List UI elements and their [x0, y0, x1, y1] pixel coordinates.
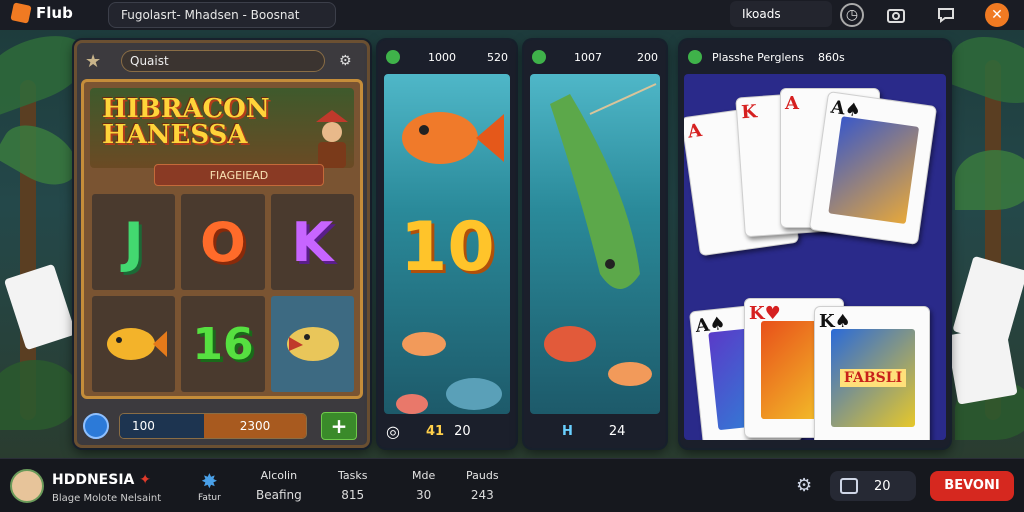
close-icon[interactable]: ✕ [985, 3, 1009, 27]
stat-value: 815 [341, 488, 365, 502]
slot-banner: HIBRACON HANESSA [90, 88, 354, 168]
center-nav-label: Fatur [198, 493, 221, 503]
balance-amount: 2300 [204, 414, 306, 438]
header-value: 1007 [574, 50, 602, 64]
panel-header: 1007 200 [532, 46, 658, 68]
chip-icon [840, 478, 858, 494]
breadcrumb-pill[interactable]: Fugolasrt- Mhadsen - Boosnat [108, 2, 336, 28]
header-value: 1000 [428, 50, 456, 64]
hero-character-icon [316, 110, 348, 168]
footer-value: 20 [454, 423, 471, 439]
slot-search-input[interactable]: Quaist [121, 50, 325, 72]
bottom-bar: HDDNESIA ✦ Blage Molote Nelsaint ✸ Fatur… [0, 458, 1024, 512]
online-status-icon [688, 50, 702, 64]
fish-game-panel-2[interactable]: 1007 200 H 24 [524, 40, 666, 448]
chip-count: 20 [874, 478, 891, 494]
slot-footer: 100 2300 + [83, 411, 363, 441]
reel-fish-icon [270, 296, 354, 392]
panel-header: Plasshe Perglens 860s [688, 46, 942, 68]
fish-game-panel-1[interactable]: 1000 520 10 ◎ 41 20 [378, 40, 516, 448]
header-value: 860s [817, 50, 845, 64]
reel-symbol: J [92, 194, 176, 290]
header-value: 200 [637, 50, 658, 64]
top-search-field[interactable]: Ikoads [730, 1, 832, 27]
multiplier-value: 10 [400, 208, 495, 287]
camera-icon[interactable] [884, 3, 908, 27]
big-fish-icon [544, 83, 657, 386]
playing-card[interactable]: A♠ [808, 91, 938, 245]
reel-symbol: 16 [181, 296, 265, 392]
header-value: 520 [487, 50, 508, 64]
stat-item[interactable]: Mde 30 [412, 469, 435, 502]
card-game-panel[interactable]: Plasshe Perglens 860s A K A A♠ A♠ K♥ K♠ … [680, 40, 950, 448]
panel-footer: H 24 [532, 420, 658, 442]
chip-counter[interactable]: 20 [830, 471, 916, 501]
avatar[interactable] [10, 469, 44, 503]
user-name: HDDNESIA ✦ [52, 472, 151, 488]
logo-icon [10, 2, 32, 24]
footer-value: 41 [425, 423, 445, 439]
panel-footer: ◎ 41 20 [386, 420, 508, 442]
add-bet-button[interactable]: + [321, 412, 357, 440]
stat-value: 30 [415, 488, 432, 502]
slot-title: HIBRACON HANESSA [102, 94, 270, 150]
panel-header: 1000 520 [386, 46, 508, 68]
reel-symbol: O [181, 194, 265, 290]
card-table: A K A A♠ A♠ K♥ K♠ FABSLI [684, 74, 946, 440]
slot-reels: J O K 16 [92, 194, 354, 392]
app-logo[interactable]: Flub [10, 2, 73, 24]
online-status-icon [386, 50, 400, 64]
settings-icon[interactable]: ⚙ [339, 53, 352, 69]
slot-game-panel[interactable]: ★ Quaist ⚙ HIBRACON HANESSA FIAGEIEAD J … [74, 40, 370, 448]
stat-label: Tasks [338, 469, 368, 482]
user-subtitle: Blage Molote Nelsaint [52, 493, 162, 504]
stat-item[interactable]: Tasks 815 [338, 469, 367, 502]
stat-label: Pauds [466, 469, 499, 482]
clock-icon[interactable]: ◷ [840, 3, 864, 27]
card-art-label: FABSLI [839, 369, 907, 387]
slot-frame: HIBRACON HANESSA FIAGEIEAD J O K 16 [81, 79, 363, 399]
chat-icon[interactable] [934, 3, 958, 27]
favorite-icon[interactable]: ★ [85, 51, 111, 72]
stat-item[interactable]: Pauds 243 [466, 469, 499, 502]
coin-icon[interactable] [83, 413, 109, 439]
stat-label: Mde [412, 469, 436, 482]
settings-gear-icon[interactable]: ⚙ [796, 475, 812, 496]
bet-amount: 100 [120, 414, 204, 438]
slot-header: ★ Quaist ⚙ [85, 47, 359, 75]
logo-text: Flub [36, 4, 73, 22]
online-status-icon [532, 50, 546, 64]
slot-subtitle-ribbon: FIAGEIEAD [154, 164, 324, 186]
playing-card[interactable]: K♠ FABSLI [814, 306, 930, 440]
stat-value: 243 [470, 488, 494, 502]
play-button[interactable]: BEVONI [930, 471, 1014, 501]
underwater-scene: 10 [384, 74, 510, 414]
stat-item[interactable]: Alcolin Beafing [256, 469, 302, 502]
stat-label: Alcolin [260, 469, 298, 482]
star-icon: ✸ [201, 469, 218, 493]
footer-value: 24 [608, 423, 626, 439]
underwater-scene [530, 74, 660, 414]
reel-fish-icon [92, 296, 176, 392]
footer-value: H [562, 423, 573, 439]
reel-symbol: K [270, 194, 354, 290]
top-bar: Flub Fugolasrt- Mhadsen - Boosnat Ikoads… [0, 0, 1024, 30]
card-game-title: Plasshe Perglens [712, 50, 804, 64]
target-icon[interactable]: ◎ [386, 422, 400, 441]
stat-value: Beafing [256, 488, 302, 502]
bet-bar[interactable]: 100 2300 [119, 413, 307, 439]
center-nav-item[interactable]: ✸ Fatur [198, 469, 221, 503]
